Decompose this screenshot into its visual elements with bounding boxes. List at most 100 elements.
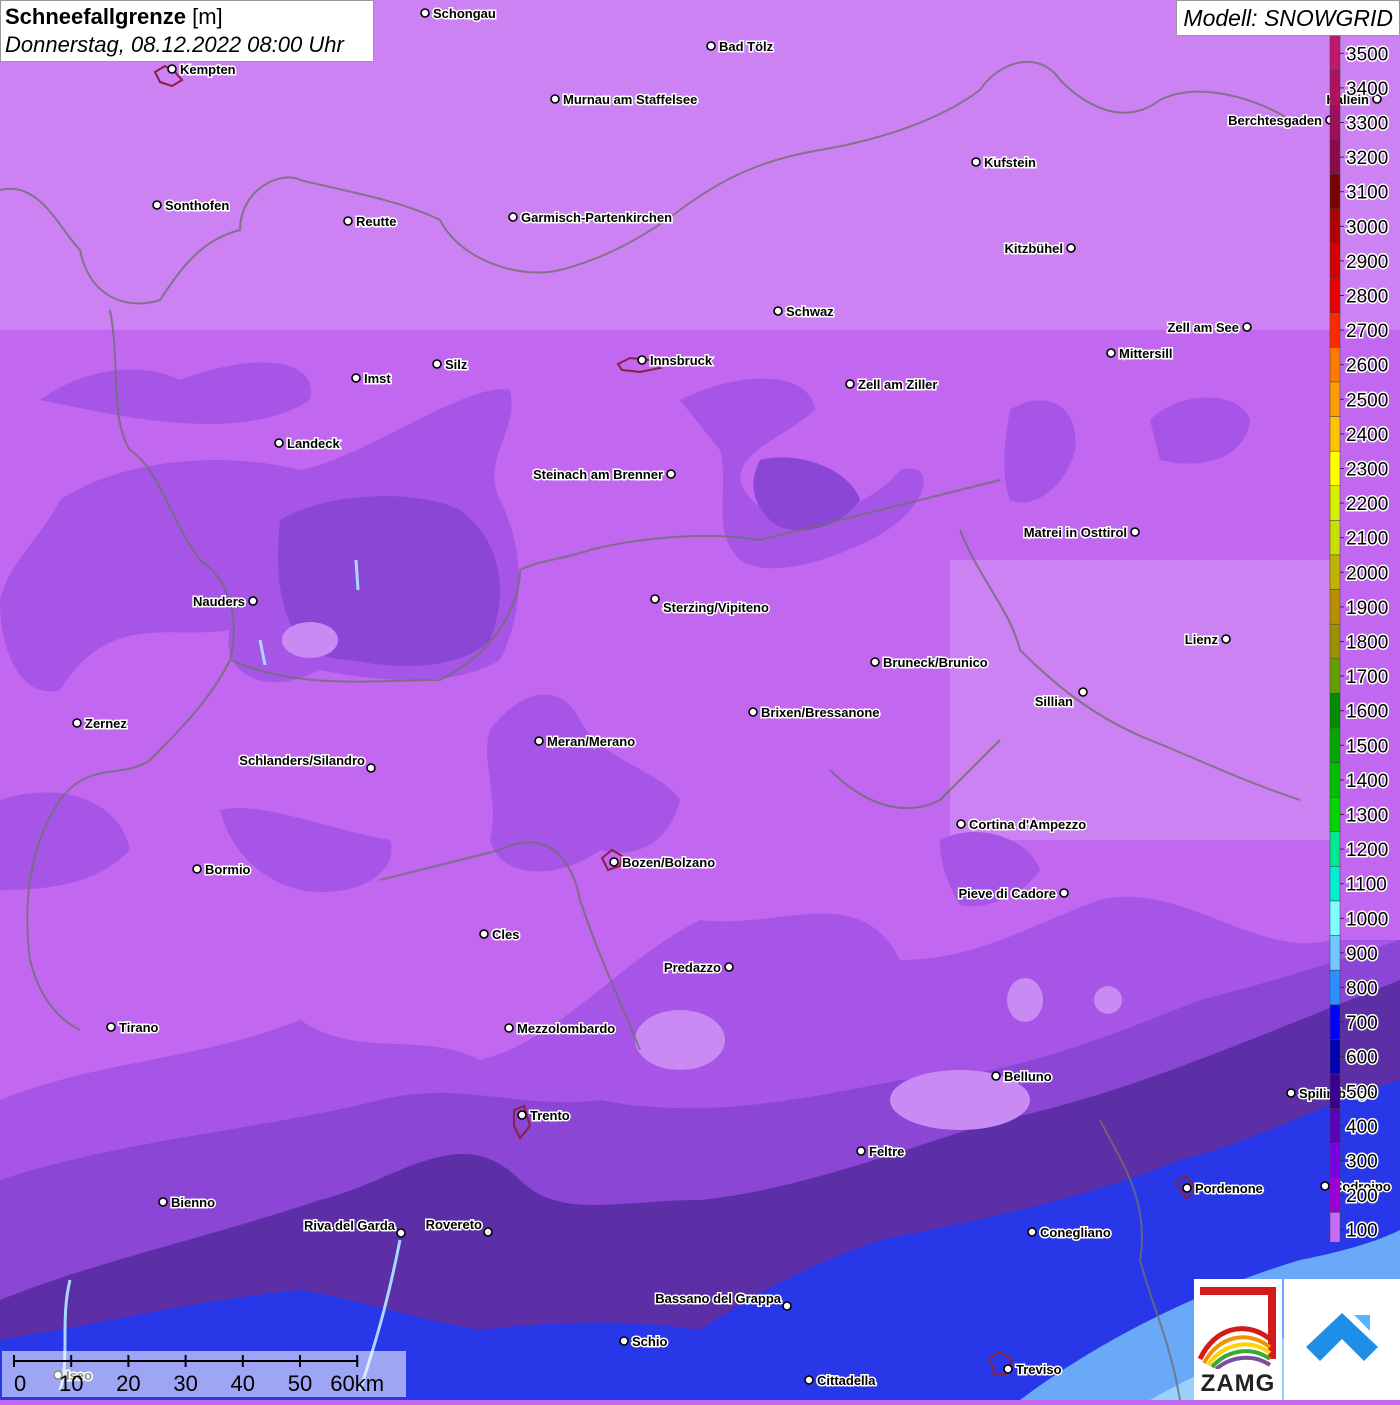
- city-label: Belluno: [1004, 1069, 1052, 1084]
- city-dot: [483, 1227, 493, 1237]
- zamg-logo[interactable]: ZAMG: [1194, 1279, 1282, 1400]
- city-label: Kufstein: [984, 155, 1036, 170]
- city-marker: Garmisch-Partenkirchen: [508, 209, 674, 227]
- city-dot: [619, 1336, 629, 1346]
- legend-label: 1300: [1346, 806, 1388, 827]
- legend-label: 1700: [1346, 667, 1388, 688]
- legend-label: 3500: [1346, 44, 1388, 65]
- city-dot: [72, 718, 82, 728]
- legend-label: 2200: [1346, 494, 1388, 515]
- city-dot: [396, 1228, 406, 1238]
- app-arrow-icon: [1306, 1313, 1378, 1361]
- scale-bar: 0 10 20 30 40 50 60km: [13, 1355, 384, 1396]
- legend-swatch: [1329, 70, 1341, 106]
- legend-label: 1500: [1346, 736, 1388, 757]
- city-label: Zell am Ziller: [858, 377, 937, 392]
- legend-label: 300: [1346, 1152, 1378, 1173]
- legend-swatch: [1329, 485, 1341, 521]
- city-dot: [479, 929, 489, 939]
- city-dot: [1078, 687, 1088, 697]
- city-label: Zell am See: [1167, 320, 1239, 335]
- legend-label: 1800: [1346, 633, 1388, 654]
- city-marker: Steinach am Brenner: [531, 466, 676, 484]
- legend-label: 2800: [1346, 287, 1388, 308]
- city-dot: [248, 596, 258, 606]
- city-label: Matrei in Osttirol: [1024, 525, 1127, 540]
- legend-swatch: [1329, 277, 1341, 314]
- scale-label: 60km: [330, 1371, 384, 1396]
- legend-swatch: [1329, 104, 1341, 141]
- city-label: Brixen/Bressanone: [761, 705, 880, 720]
- legend-label: 3300: [1346, 114, 1388, 135]
- snowline-map[interactable]: Schongau Bad Tölz Kempten Murnau am Staffel…: [0, 0, 1400, 1400]
- legend-label: 1400: [1346, 771, 1388, 792]
- title-main: Schneefallgrenze: [5, 4, 186, 29]
- scale-bar-box: 0 10 20 30 40 50 60km: [2, 1351, 406, 1397]
- city-label: Nauders: [193, 594, 245, 609]
- legend-label: 400: [1346, 1117, 1378, 1138]
- legend-swatch: [1329, 900, 1341, 936]
- city-label: Mittersill: [1119, 346, 1172, 361]
- city-label: Steinach am Brenner: [533, 467, 663, 482]
- legend-label: 2600: [1346, 356, 1388, 377]
- legend-swatch: [1329, 243, 1341, 279]
- legend-label: 1600: [1346, 702, 1388, 723]
- city-dot: [971, 157, 981, 167]
- city-label: Bruneck/Brunico: [883, 655, 988, 670]
- city-dot: [508, 212, 518, 222]
- city-label: Bienno: [171, 1195, 215, 1210]
- map-datetime: Donnerstag, 08.12.2022 08:00 Uhr: [5, 32, 344, 57]
- city-label: Sterzing/Vipiteno: [663, 600, 769, 615]
- title-unit: [m]: [192, 4, 223, 29]
- city-marker: Zell am Ziller: [845, 376, 939, 394]
- city-dot: [856, 1146, 866, 1156]
- scale-label: 20: [116, 1371, 140, 1396]
- legend-swatch: [1329, 1039, 1341, 1075]
- city-marker: Pieve di Cadore: [957, 885, 1069, 903]
- city-dot: [1027, 1227, 1037, 1237]
- zamg-rainbow-icon: [1197, 1287, 1276, 1371]
- city-label: Conegliano: [1040, 1225, 1111, 1240]
- city-marker: Pordenone: [1182, 1180, 1264, 1198]
- city-dot: [804, 1375, 814, 1385]
- city-marker: Cortina d'Ampezzo: [956, 816, 1088, 834]
- city-marker: Sonthofen: [152, 197, 231, 215]
- model-label: Modell: SNOWGRID: [1176, 0, 1400, 36]
- city-label: Lienz: [1185, 632, 1219, 647]
- legend-swatch: [1329, 658, 1341, 694]
- city-dot: [343, 216, 353, 226]
- legend-swatch: [1329, 1212, 1341, 1242]
- city-dot: [550, 94, 560, 104]
- scale-label: 0: [14, 1371, 26, 1396]
- city-marker: Murnau am Staffelsee: [550, 91, 699, 109]
- city-label: Berchtesgaden: [1228, 113, 1322, 128]
- snowgrid-app-icon[interactable]: [1284, 1279, 1400, 1400]
- city-dot: [106, 1022, 116, 1032]
- legend-swatch: [1329, 208, 1341, 244]
- city-label: Feltre: [869, 1144, 904, 1159]
- legend-swatch: [1329, 1108, 1341, 1144]
- city-label: Zernez: [85, 716, 127, 731]
- city-dot: [1286, 1088, 1296, 1098]
- city-dot: [366, 763, 376, 773]
- legend-swatch: [1329, 1073, 1341, 1109]
- legend-label: 2100: [1346, 529, 1388, 550]
- legend-swatch: [1329, 174, 1341, 210]
- legend-label: 1100: [1346, 875, 1387, 896]
- city-dot: [1106, 348, 1116, 358]
- legend-swatch: [1329, 554, 1341, 590]
- city-label: Bormio: [205, 862, 251, 877]
- legend-label: 800: [1346, 979, 1378, 1000]
- city-dot: [637, 355, 647, 365]
- legend-label: 700: [1346, 1013, 1378, 1034]
- city-label: Schlanders/Silandro: [239, 753, 365, 768]
- city-dot: [666, 469, 676, 479]
- city-dot: [351, 373, 361, 383]
- city-label: Schio: [632, 1334, 667, 1349]
- city-marker: Schongau: [420, 5, 497, 23]
- city-dot: [517, 1110, 527, 1120]
- city-label: Kempten: [180, 62, 236, 77]
- city-dot: [1066, 243, 1076, 253]
- city-dot: [773, 306, 783, 316]
- city-dot: [724, 962, 734, 972]
